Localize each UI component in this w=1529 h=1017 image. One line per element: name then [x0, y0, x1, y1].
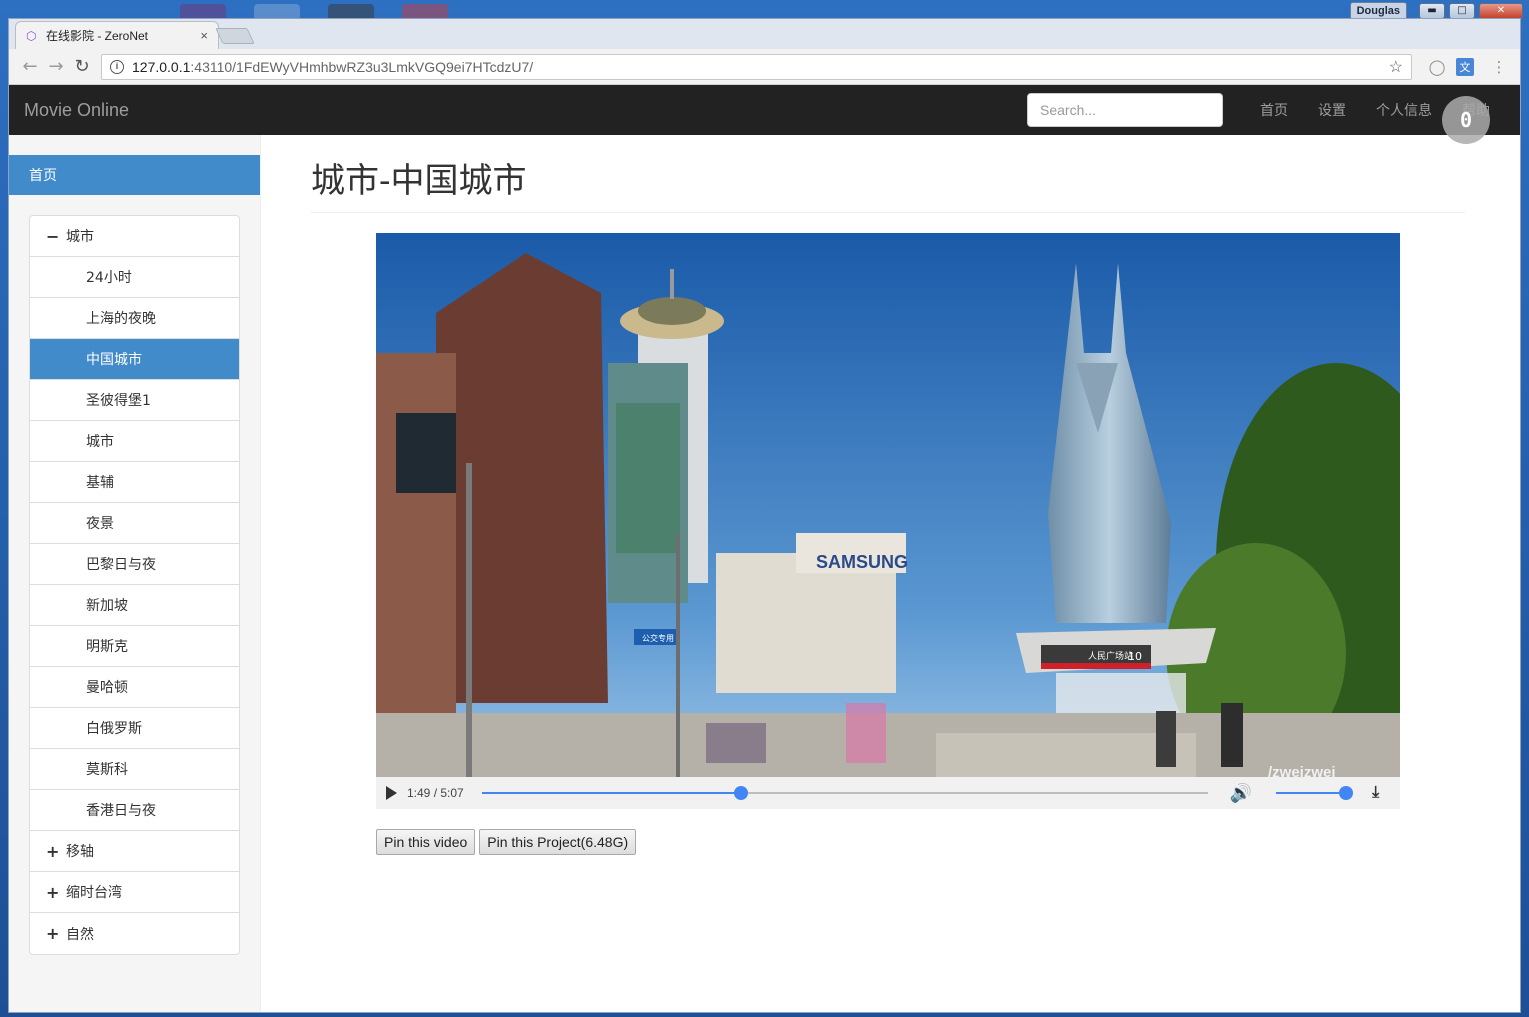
- back-icon[interactable]: ←: [17, 54, 43, 80]
- bookmark-star-icon[interactable]: ☆: [1389, 57, 1403, 77]
- tree-group[interactable]: + 自然: [30, 913, 239, 954]
- extension-circle-icon[interactable]: ◯: [1424, 54, 1450, 80]
- nav-link-settings[interactable]: 设置: [1303, 100, 1361, 120]
- tree-group[interactable]: + 移轴: [30, 831, 239, 872]
- tree-group-label: 自然: [66, 926, 94, 943]
- tree-group[interactable]: − 城市: [30, 216, 239, 257]
- tree-item[interactable]: 新加坡: [30, 585, 239, 626]
- sidebar-home[interactable]: 首页: [9, 155, 260, 195]
- tree-item[interactable]: 夜景: [30, 503, 239, 544]
- close-window-button[interactable]: ✕: [1479, 3, 1523, 19]
- category-tree: − 城市 24小时 上海的夜晚 中国城市 圣彼得堡1 城市 基辅 夜景 巴黎日与夜 新加坡 明斯克 曼哈…: [29, 215, 240, 955]
- line-number-sign: 10: [1128, 650, 1142, 663]
- plus-icon: +: [46, 924, 60, 943]
- tree-item[interactable]: 基辅: [30, 462, 239, 503]
- pin-video-button[interactable]: Pin this video: [376, 829, 476, 855]
- nav-link-home[interactable]: 首页: [1245, 100, 1303, 120]
- page-title: 城市-中国城市: [311, 135, 1465, 213]
- zeronet-sidebar-badge[interactable]: 0: [1442, 96, 1490, 144]
- tree-item[interactable]: 24小时: [30, 257, 239, 298]
- samsung-sign: SAMSUNG: [816, 552, 908, 572]
- zeronet-favicon-icon: ⬡: [26, 28, 37, 43]
- tree-group-label: 移轴: [66, 844, 94, 860]
- minimize-button[interactable]: ▬: [1419, 3, 1445, 19]
- video-time: 1:49 / 5:07: [407, 786, 464, 800]
- site-navbar: Movie Online 首页 设置 个人信息 帮助 0: [9, 85, 1520, 144]
- reload-icon[interactable]: ↻: [69, 54, 95, 80]
- nav-link-profile[interactable]: 个人信息: [1361, 100, 1447, 120]
- tree-item[interactable]: 明斯克: [30, 626, 239, 667]
- video-still-image: SAMSUNG 人民广场站 10 公交专用 /zweizwei: [376, 233, 1400, 777]
- progress-knob[interactable]: [733, 786, 748, 800]
- volume-icon[interactable]: 🔊: [1230, 783, 1252, 804]
- play-icon[interactable]: [386, 786, 397, 800]
- search-input[interactable]: [1027, 93, 1223, 127]
- video-watermark: /zweizwei: [1268, 764, 1336, 777]
- tree-item[interactable]: 巴黎日与夜: [30, 544, 239, 585]
- tree-item[interactable]: 圣彼得堡1: [30, 380, 239, 421]
- tab-title: 在线影院 - ZeroNet: [46, 29, 149, 43]
- progress-bar[interactable]: [481, 786, 1208, 800]
- video-controls: 1:49 / 5:07 🔊 ⤓: [376, 777, 1400, 809]
- url-host: 127.0.0.1: [132, 58, 191, 75]
- tree-item[interactable]: 香港日与夜: [30, 790, 239, 831]
- tree-item[interactable]: 城市: [30, 421, 239, 462]
- tree-item[interactable]: 莫斯科: [30, 749, 239, 790]
- page-body: 首页 − 城市 24小时 上海的夜晚 中国城市 圣彼得堡1 城市 基辅 夜景 巴黎日与夜 新加坡 明斯…: [9, 135, 1520, 1012]
- browser-toolbar: ← → ↻ i 127.0.0.1 :43110/1FdEWyVHmhbwRZ3…: [9, 49, 1520, 85]
- video-frame[interactable]: SAMSUNG 人民广场站 10 公交专用 /zweizwei: [376, 233, 1400, 777]
- browser-window: ⬡ 在线影院 - ZeroNet × ← → ↻ i 127.0.0.1 :43…: [8, 18, 1521, 1013]
- tree-group-label: 缩时台湾: [66, 885, 122, 901]
- site-brand[interactable]: Movie Online: [24, 100, 1027, 121]
- tree-item[interactable]: 中国城市: [30, 339, 239, 380]
- plus-icon: +: [46, 841, 60, 861]
- station-sign: 人民广场站: [1088, 650, 1133, 662]
- bus-lane-sign: 公交专用: [642, 633, 674, 643]
- main-content: 城市-中国城市 SAMSUNG 人民广场站 10 公交专用 /zweizwei …: [261, 135, 1520, 1012]
- url-path: :43110/1FdEWyVHmhbwRZ3u3LmkVGQ9ei7HTcdzU…: [190, 58, 534, 75]
- tree-group[interactable]: + 缩时台湾: [30, 872, 239, 913]
- site-info-icon[interactable]: i: [110, 59, 124, 74]
- tab-close-icon[interactable]: ×: [200, 28, 208, 43]
- address-bar[interactable]: i 127.0.0.1 :43110/1FdEWyVHmhbwRZ3u3LmkV…: [101, 53, 1412, 80]
- forward-icon[interactable]: →: [43, 54, 69, 80]
- tree-item[interactable]: 白俄罗斯: [30, 708, 239, 749]
- pin-project-button[interactable]: Pin this Project(6.48G): [479, 829, 637, 855]
- plus-icon: +: [46, 882, 60, 902]
- translate-icon[interactable]: 文: [1456, 57, 1474, 76]
- video-player[interactable]: SAMSUNG 人民广场站 10 公交专用 /zweizwei 1:49 / 5…: [376, 233, 1400, 855]
- volume-knob[interactable]: [1339, 786, 1354, 800]
- minus-icon: −: [46, 226, 60, 246]
- tree-group-label: 城市: [66, 229, 94, 245]
- sidebar: 首页 − 城市 24小时 上海的夜晚 中国城市 圣彼得堡1 城市 基辅 夜景 巴黎日与夜 新加坡 明斯…: [9, 135, 261, 1012]
- pin-buttons: Pin this video Pin this Project(6.48G): [376, 829, 1400, 855]
- progress-fill: [481, 792, 741, 794]
- maximize-button[interactable]: □: [1449, 3, 1475, 19]
- menu-kebab-icon[interactable]: ⋮: [1486, 54, 1512, 80]
- volume-slider[interactable]: [1276, 786, 1354, 800]
- browser-tab[interactable]: ⬡ 在线影院 - ZeroNet ×: [15, 21, 219, 49]
- new-tab-button[interactable]: [215, 28, 255, 44]
- tab-strip: ⬡ 在线影院 - ZeroNet ×: [9, 19, 1520, 49]
- tree-item[interactable]: 曼哈顿: [30, 667, 239, 708]
- download-icon[interactable]: ⤓: [1372, 784, 1379, 802]
- tree-item[interactable]: 上海的夜晚: [30, 298, 239, 339]
